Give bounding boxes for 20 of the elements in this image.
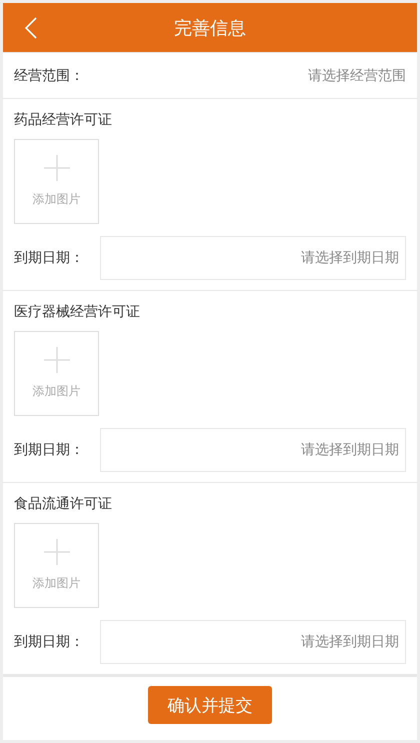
add-image-button[interactable]: 添加图片 xyxy=(14,523,99,608)
submit-button[interactable]: 确认并提交 xyxy=(148,686,272,724)
expiry-date-field[interactable]: 请选择到期日期 xyxy=(100,428,406,472)
page-title: 完善信息 xyxy=(174,16,246,40)
license-title: 食品流通许可证 xyxy=(14,495,113,513)
add-image-button[interactable]: 添加图片 xyxy=(14,331,99,416)
license-title: 医疗器械经营许可证 xyxy=(14,303,141,321)
license-title: 药品经营许可证 xyxy=(14,111,113,129)
expiry-date-label: 到期日期： xyxy=(14,249,84,267)
scope-select-field[interactable]: 请选择经营范围 xyxy=(84,68,406,84)
expiry-date-label: 到期日期： xyxy=(14,633,84,651)
back-icon xyxy=(25,17,37,39)
add-image-button[interactable]: 添加图片 xyxy=(14,139,99,224)
plus-icon xyxy=(44,347,70,373)
scope-label: 经营范围： xyxy=(14,66,84,84)
plus-icon xyxy=(44,539,70,565)
plus-icon xyxy=(44,155,70,181)
expiry-date-field[interactable]: 请选择到期日期 xyxy=(100,620,406,664)
expiry-date-field[interactable]: 请选择到期日期 xyxy=(100,236,406,280)
expiry-date-label: 到期日期： xyxy=(14,441,84,459)
